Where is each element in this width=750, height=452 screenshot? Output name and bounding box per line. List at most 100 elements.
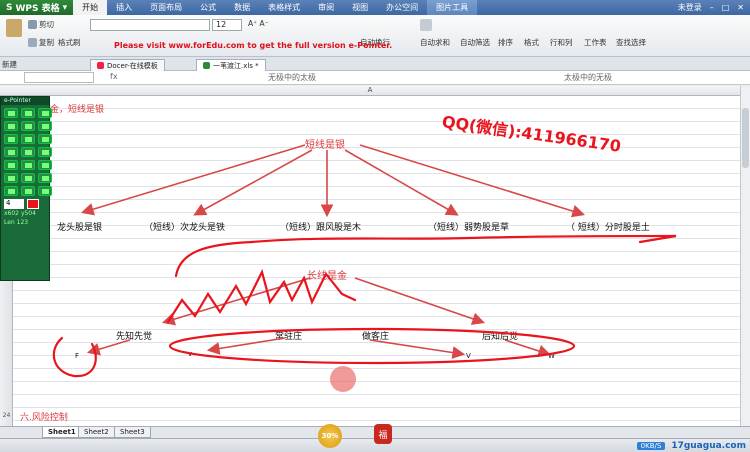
tab-page-layout[interactable]: 页面布局 (141, 0, 191, 15)
cursor-highlight (330, 366, 356, 392)
net-speed: 0KB/S (636, 442, 666, 450)
pen-tool-icon[interactable] (4, 108, 18, 118)
format-button[interactable]: 格式 (524, 37, 539, 48)
undo-tool-icon[interactable] (4, 134, 18, 144)
pen-color-swatch[interactable] (27, 199, 39, 209)
foresight-label: 先知先觉 (116, 332, 153, 342)
spotlight-tool-icon[interactable] (4, 173, 18, 183)
login-status[interactable]: 未登录 (678, 2, 702, 13)
auto-filter-button[interactable]: 自动筛选 (460, 37, 490, 48)
tab-review[interactable]: 审阅 (309, 0, 343, 15)
save-tool-icon[interactable] (4, 121, 18, 131)
tab-insert[interactable]: 插入 (107, 0, 141, 15)
find-select-button[interactable]: 查找选择 (616, 37, 646, 48)
short-silver-label: 短线是银 (305, 140, 345, 151)
tab-sheet1[interactable]: Sheet1 (42, 427, 82, 438)
name-box[interactable] (24, 72, 94, 83)
tab-office-space[interactable]: 办公空间 (377, 0, 427, 15)
minimize-icon[interactable]: – (710, 3, 714, 12)
title-bar: S WPS 表格 ▾ 开始 插入 页面布局 公式 数据 表格样式 审阅 视图 办… (0, 0, 750, 15)
color-tool-icon[interactable] (4, 186, 18, 196)
tab-formula[interactable]: 公式 (191, 0, 225, 15)
wps-logo-icon: S (6, 2, 13, 13)
format-painter-button[interactable]: 格式刷 (58, 37, 81, 48)
length-readout: Len 123 (4, 219, 29, 226)
text-tool-icon[interactable] (21, 160, 35, 170)
sigma-icon (420, 19, 432, 31)
watermark-text: 17guagua.com (671, 441, 746, 451)
v1-label: v (188, 350, 193, 358)
vertical-scrollbar[interactable] (740, 86, 750, 426)
settings-tool-icon[interactable] (21, 186, 35, 196)
close-icon[interactable]: ✕ (737, 3, 744, 12)
tab-sheet2[interactable]: Sheet2 (78, 427, 115, 438)
coord-y: y504 (20, 210, 36, 217)
f-label: F (75, 352, 80, 360)
app-menu-button[interactable]: S WPS 表格 ▾ (0, 0, 74, 15)
tab-data[interactable]: 数据 (225, 0, 259, 15)
zoom-tool-icon[interactable] (21, 173, 35, 183)
ellipse-tool-icon[interactable] (4, 160, 18, 170)
tab-view[interactable]: 视图 (343, 0, 377, 15)
line-tool-icon[interactable] (4, 147, 18, 157)
copy-button[interactable]: 复制 (28, 37, 54, 48)
paste-button[interactable] (6, 19, 22, 37)
epointer-title[interactable]: e-Pointer (1, 97, 49, 105)
tab-home[interactable]: 开始 (73, 0, 108, 15)
shape-tool-icon[interactable] (38, 160, 52, 170)
worksheet-button[interactable]: 工作表 (584, 37, 607, 48)
row-col-button[interactable]: 行和列 (550, 37, 573, 48)
dragon-head-label: 龙头股是银 (57, 223, 103, 233)
eraser-tool-icon[interactable] (38, 108, 52, 118)
pen-size-select[interactable]: 4 (4, 199, 24, 209)
docer-icon (97, 62, 104, 69)
follower-label: （短线）跟风股是木 (280, 223, 362, 233)
auto-sum-button[interactable]: 自动求和 (420, 37, 450, 48)
marker-tool-icon[interactable] (21, 108, 35, 118)
hindsight-label: 后知后觉 (482, 332, 519, 342)
formula-text-2: 太极中的无极 (564, 73, 612, 82)
ribbon: 剪切 复制 格式刷 12 A⁺ A⁻ 自动换行 自动求和 自动筛选 排序 格式 … (0, 15, 750, 57)
spreadsheet-icon (203, 62, 210, 69)
permanent-label: 常驻庄 (275, 332, 303, 342)
paste-icon (6, 19, 22, 37)
font-name-select[interactable] (90, 19, 210, 31)
chevron-down-icon: ▾ (62, 2, 68, 13)
window-controls: 未登录 – □ ✕ (678, 2, 750, 13)
tab-table-style[interactable]: 表格样式 (259, 0, 309, 15)
tab-docer[interactable]: Docer-在线模板 (90, 59, 165, 71)
scroll-thumb[interactable] (742, 108, 749, 168)
open-tool-icon[interactable] (21, 121, 35, 131)
worksheet-grid[interactable] (0, 96, 740, 426)
fx-icon[interactable]: fx (110, 72, 118, 81)
arrow-tool-icon[interactable] (21, 147, 35, 157)
weak-label: （短线）弱势股是草 (428, 223, 510, 233)
pointer-tool-icon[interactable] (38, 173, 52, 183)
promo-text: Please visit www.forEdu.com to get the f… (114, 41, 393, 50)
risk-control-label: 六.风险控制 (20, 413, 68, 423)
rect-tool-icon[interactable] (38, 121, 52, 131)
epointer-palette: e-Pointer 4 x602 y504 Len 123 (0, 96, 52, 281)
new-doc-button[interactable]: 新建 (2, 59, 17, 70)
column-header[interactable]: A (0, 86, 740, 96)
performance-orb[interactable]: 30% (318, 424, 342, 448)
highlight-tool-icon[interactable] (38, 147, 52, 157)
column-a-label: A (367, 86, 373, 94)
maximize-icon[interactable]: □ (722, 3, 730, 12)
font-size-select[interactable]: 12 (212, 19, 242, 31)
formula-bar: fx 无极中的太极 太极中的无极 (0, 71, 750, 85)
exit-tool-icon[interactable] (38, 186, 52, 196)
cut-button[interactable]: 剪切 (28, 19, 54, 30)
font-grow-button[interactable]: A⁺ A⁻ (248, 19, 269, 28)
long-gold-label: 长线是金 (307, 271, 347, 282)
redo-tool-icon[interactable] (21, 134, 35, 144)
formula-text-1: 无极中的太极 (268, 73, 316, 82)
fortune-stamp-icon[interactable]: 福 (374, 424, 392, 444)
tab-workbook[interactable]: 一苇渡江.xls * (196, 59, 266, 71)
tab-picture-tools[interactable]: 图片工具 (427, 0, 478, 15)
clear-tool-icon[interactable] (38, 134, 52, 144)
w-label: W (548, 352, 555, 360)
visitor-label: 做客庄 (362, 332, 390, 342)
sort-button[interactable]: 排序 (498, 37, 513, 48)
tab-sheet3[interactable]: Sheet3 (114, 427, 151, 438)
